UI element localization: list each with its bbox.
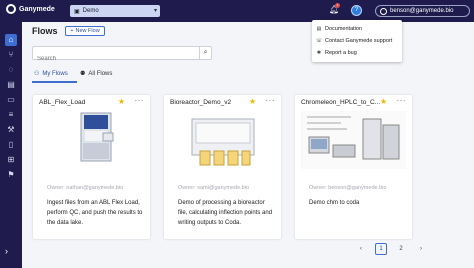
- star-icon[interactable]: ★: [380, 97, 387, 106]
- menu-item-label: Contact Ganymede support: [325, 38, 393, 44]
- sidebar-expand-button[interactable]: ›: [5, 246, 8, 256]
- sidebar-item-flows[interactable]: ⑂: [5, 49, 17, 61]
- search-input[interactable]: [33, 53, 188, 65]
- sidebar-item-tools[interactable]: ⚒: [5, 124, 17, 136]
- app-name: Ganymede: [19, 5, 55, 13]
- star-icon[interactable]: ★: [249, 97, 256, 106]
- user-menu-button[interactable]: benson@ganymede.bio: [375, 5, 470, 17]
- card-owner: Owner: nathan@ganymede.bio: [47, 185, 124, 191]
- app-logo[interactable]: Ganymede: [6, 4, 55, 14]
- flow-icon: ⑂: [8, 50, 14, 59]
- search-button[interactable]: ⌕: [199, 47, 211, 59]
- flag-icon: ⚑: [7, 170, 15, 179]
- book-icon: ▯: [8, 140, 14, 149]
- document-icon: ▤: [316, 26, 322, 32]
- tab-my-flows[interactable]: ⚇ My Flows: [34, 70, 68, 78]
- wrench-icon: ⚒: [7, 125, 15, 134]
- search-icon: ⌕: [203, 49, 208, 56]
- chevron-right-icon: ›: [5, 246, 8, 256]
- notification-count-badge: 1: [335, 3, 340, 8]
- menu-item-label: Report a bug: [325, 50, 357, 56]
- check-circle-icon: ◌: [8, 65, 14, 74]
- sidebar-item-home[interactable]: ⌂: [5, 34, 17, 46]
- sidebar-item-storage[interactable]: ≡: [5, 109, 17, 121]
- tab-all-flows[interactable]: ⚉ All Flows: [80, 70, 113, 78]
- sidebar-item-runs[interactable]: ◌: [5, 64, 17, 76]
- environment-selector[interactable]: ▣ Demo ▾: [70, 5, 160, 17]
- plus-icon: +: [70, 28, 74, 34]
- sidebar-item-reports[interactable]: ⚑: [5, 169, 17, 181]
- new-flow-button[interactable]: + New Flow: [65, 26, 105, 36]
- star-icon[interactable]: ★: [118, 97, 125, 106]
- page-title: Flows: [32, 26, 58, 36]
- flow-card[interactable]: ABL_Flex_Load ★ ··· Owner: nathan@ganyme…: [33, 95, 150, 239]
- menu-item-documentation[interactable]: ▤ Documentation: [316, 26, 362, 32]
- card-description: Ingest files from an ABL Flex Load, perf…: [47, 200, 143, 226]
- tab-label: All Flows: [88, 70, 113, 77]
- pagination: ‹ 1 2 ›: [355, 243, 427, 255]
- card-title: Chromeleon_HPLC_to_C...: [301, 99, 381, 106]
- environment-icon: ▣: [74, 8, 80, 15]
- more-options-icon[interactable]: ···: [266, 96, 276, 105]
- card-owner: Owner: sami@ganymede.bio: [178, 185, 250, 191]
- top-bar: Ganymede ▣ Demo ▾ 🔔︎ 1 ? benson@ganymede…: [0, 0, 474, 22]
- sidebar-item-data[interactable]: ▤: [5, 79, 17, 91]
- search-bar: ⌕: [32, 46, 212, 65]
- new-flow-label: New Flow: [75, 28, 100, 34]
- user-email: benson@ganymede.bio: [390, 8, 454, 14]
- more-options-icon[interactable]: ···: [397, 96, 407, 105]
- menu-item-label: Documentation: [325, 26, 362, 32]
- next-page-button[interactable]: ›: [415, 243, 427, 255]
- card-description: Demo of processing a bioreactor file, ca…: [178, 200, 273, 226]
- notifications-button[interactable]: 🔔︎ 1: [329, 3, 340, 15]
- page-2-button[interactable]: 2: [395, 243, 407, 255]
- database-icon: ≡: [8, 110, 14, 119]
- sidebar-item-grid[interactable]: ⊞: [5, 154, 17, 166]
- menu-item-contact-support[interactable]: ☏ Contact Ganymede support: [316, 38, 392, 44]
- flow-card[interactable]: Bioreactor_Demo_v2 ★ ··· Owner: sami@gan…: [164, 95, 281, 239]
- environment-label: Demo: [82, 8, 99, 14]
- home-icon: ⌂: [8, 35, 14, 44]
- hplc-system-image: [301, 111, 406, 169]
- table-icon: ▤: [7, 80, 15, 89]
- card-owner: Owner: benson@ganymede.bio: [309, 185, 387, 191]
- previous-page-button[interactable]: ‹: [355, 243, 367, 255]
- active-tab-indicator: [32, 81, 77, 83]
- person-icon: ⚇: [34, 71, 40, 77]
- card-title: ABL_Flex_Load: [39, 99, 86, 106]
- bioreactor-image: [191, 118, 255, 166]
- support-icon: ☏: [316, 38, 323, 44]
- card-title: Bioreactor_Demo_v2: [170, 99, 232, 106]
- help-icon: ?: [354, 7, 359, 13]
- flow-card[interactable]: Chromeleon_HPLC_to_C... ★ ··· Owner: ben…: [295, 95, 412, 239]
- group-icon: ⚉: [80, 71, 86, 77]
- ganymede-logo-icon: [6, 4, 16, 14]
- chevron-down-icon: ▾: [153, 8, 157, 14]
- tab-label: My Flows: [42, 70, 68, 77]
- grid-icon: ⊞: [7, 155, 15, 164]
- card-description: Demo chm to coda: [309, 200, 360, 206]
- user-icon: [380, 7, 387, 15]
- folder-icon: ▭: [7, 95, 15, 104]
- sidebar-item-files[interactable]: ▭: [5, 94, 17, 106]
- instrument-image: [80, 112, 114, 162]
- more-options-icon[interactable]: ···: [135, 96, 145, 105]
- sidebar: ⌂ ⑂ ◌ ▤ ▭ ≡ ⚒ ▯ ⊞ ⚑ ›: [0, 22, 22, 268]
- menu-item-report-bug[interactable]: ✱ Report a bug: [316, 50, 357, 56]
- sidebar-item-docs[interactable]: ▯: [5, 139, 17, 151]
- page-1-button[interactable]: 1: [375, 243, 387, 255]
- main-content: Flows + New Flow ⌕ ⚇ My Flows ⚉ All Flow…: [22, 22, 474, 268]
- help-dropdown-menu: ▤ Documentation ☏ Contact Ganymede suppo…: [312, 20, 402, 62]
- help-button[interactable]: ?: [351, 5, 362, 16]
- bug-icon: ✱: [316, 50, 322, 56]
